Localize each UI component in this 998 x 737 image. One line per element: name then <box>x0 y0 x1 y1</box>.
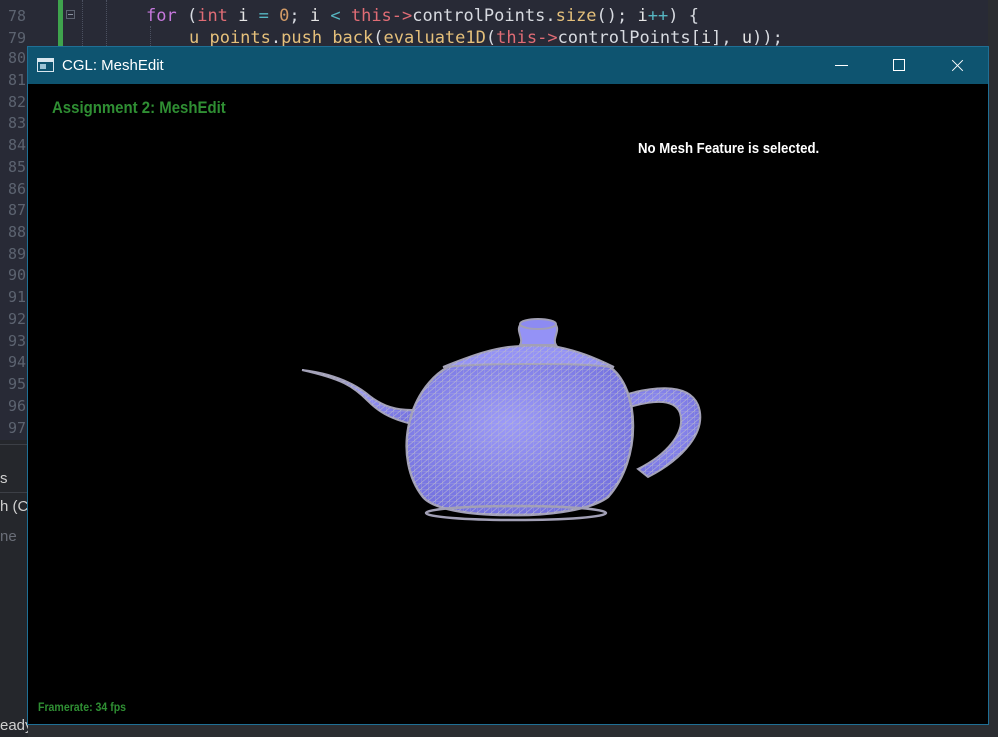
variable: i <box>700 28 712 48</box>
code-token: . <box>545 6 556 26</box>
code-token: ], <box>711 28 742 48</box>
operator: -> <box>391 6 413 26</box>
meshedit-window[interactable]: CGL: MeshEdit Assignment 2: MeshEdit No … <box>27 46 989 725</box>
code-token: ; <box>289 6 310 26</box>
number: 0 <box>279 6 290 26</box>
status-text: eady <box>0 717 28 734</box>
line-number: 83 <box>8 114 27 132</box>
function-call: size <box>555 6 597 26</box>
line-number: 87 <box>8 201 27 219</box>
line-number: 79 <box>8 29 27 47</box>
variable: i <box>238 6 249 26</box>
code-token: ) { <box>668 6 699 26</box>
line-number: 91 <box>8 288 27 306</box>
code-token: ( <box>176 6 198 26</box>
variable: i <box>309 6 321 26</box>
line-number: 90 <box>8 266 27 284</box>
code-line: for (int i = 0; i < this->controlPoints.… <box>146 5 699 27</box>
line-number: 85 <box>8 158 27 176</box>
maximize-button[interactable] <box>870 47 928 84</box>
type-keyword: int <box>197 6 228 26</box>
code-token: )); <box>752 28 783 48</box>
line-number: 78 <box>8 7 27 25</box>
render-viewport[interactable]: Assignment 2: MeshEdit No Mesh Feature i… <box>28 84 988 724</box>
member: controlPoints <box>412 6 546 26</box>
selection-status: No Mesh Feature is selected. <box>638 140 820 157</box>
assignment-title: Assignment 2: MeshEdit <box>52 98 226 117</box>
line-number: 88 <box>8 223 27 241</box>
window-app-icon[interactable] <box>37 58 54 72</box>
indent-guide <box>150 26 151 48</box>
framerate-readout: Framerate: 34 fps <box>38 700 127 714</box>
panel-divider <box>0 444 28 445</box>
line-number: 81 <box>8 71 27 89</box>
operator: = <box>248 6 280 26</box>
this-keyword: this <box>350 6 392 26</box>
indent-guide <box>106 0 107 48</box>
window-title: CGL: MeshEdit <box>62 57 164 74</box>
operator: -> <box>537 28 558 48</box>
variable: u <box>741 28 753 48</box>
operator: ++ <box>647 6 669 26</box>
fold-collapse-icon[interactable] <box>66 10 75 19</box>
code-token: (); <box>596 6 638 26</box>
teapot-mesh[interactable] <box>288 309 708 524</box>
panel-input-placeholder[interactable]: ne <box>0 526 17 548</box>
line-number: 92 <box>8 310 27 328</box>
window-titlebar[interactable]: CGL: MeshEdit <box>28 47 988 84</box>
ide-side-panel: s h (C ne eady <box>0 440 28 737</box>
line-number: 84 <box>8 136 27 154</box>
line-number: 86 <box>8 180 27 198</box>
line-number: 80 <box>8 49 27 67</box>
indent-guide <box>82 0 83 48</box>
function-call: evaluate1D <box>383 28 486 48</box>
code-token: ( <box>485 28 497 48</box>
variable: i <box>637 6 648 26</box>
minimize-button[interactable] <box>812 47 870 84</box>
code-token: ( <box>373 28 384 48</box>
code-token: [ <box>690 28 701 48</box>
code-token: . <box>270 28 282 48</box>
teapot-knob-top <box>519 318 557 330</box>
ide-frame-edge <box>988 0 998 737</box>
panel-item[interactable]: s <box>0 468 8 490</box>
line-number: 89 <box>8 245 27 263</box>
line-number: 96 <box>8 397 27 415</box>
member: controlPoints <box>557 28 691 48</box>
line-number: 93 <box>8 332 27 350</box>
this-keyword: this <box>496 28 538 48</box>
line-number: 95 <box>8 375 27 393</box>
close-button[interactable] <box>928 47 986 84</box>
operator: < <box>320 6 351 26</box>
keyword: for <box>146 6 177 26</box>
git-change-bar <box>58 0 63 48</box>
line-number: 97 <box>8 419 27 437</box>
panel-item[interactable]: h (C <box>0 496 28 518</box>
panel-divider <box>0 492 28 493</box>
function-call: push_back <box>281 28 374 48</box>
variable: u_points <box>189 28 271 48</box>
line-number: 82 <box>8 93 27 111</box>
line-number: 94 <box>8 353 27 371</box>
